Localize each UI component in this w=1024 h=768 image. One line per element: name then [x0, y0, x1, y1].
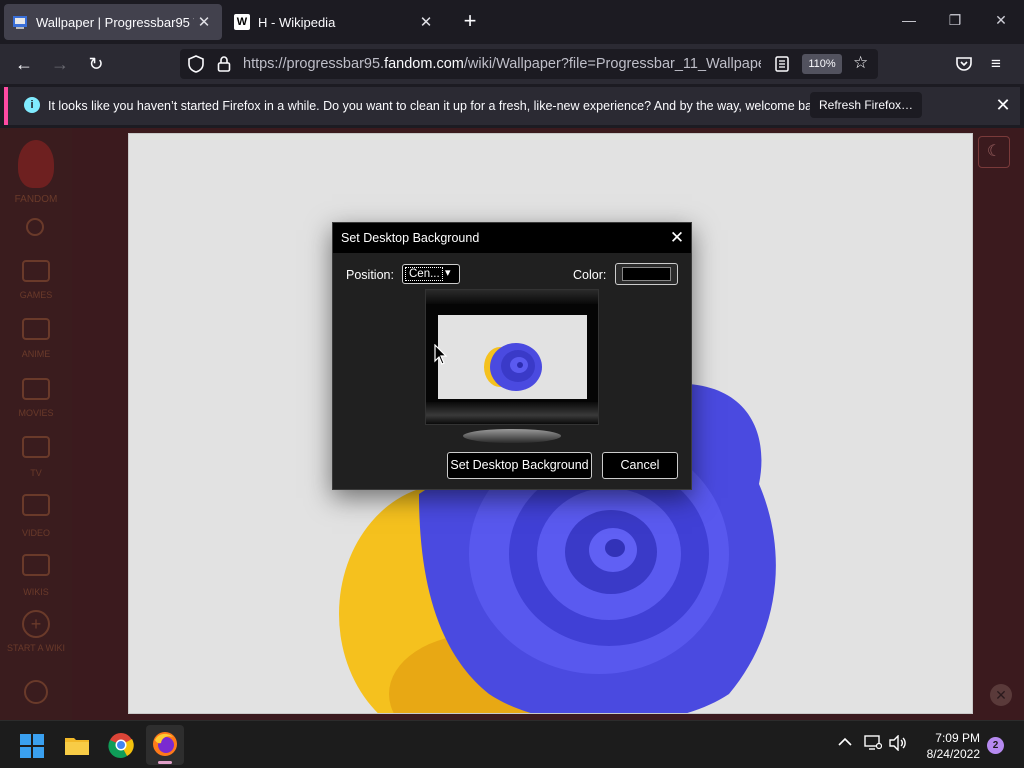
- reload-icon[interactable]: ↻: [84, 52, 108, 76]
- refresh-firefox-button[interactable]: Refresh Firefox…: [810, 92, 922, 118]
- games-icon[interactable]: [22, 260, 50, 282]
- position-select-value: Cen...: [405, 267, 443, 281]
- volume-icon[interactable]: [889, 734, 907, 755]
- chevron-up-icon[interactable]: [838, 735, 852, 752]
- navigation-toolbar: ← → ↻ https://progressbar95.fandom.com/w…: [0, 44, 1024, 84]
- notification-message: It looks like you haven’t started Firefo…: [48, 99, 829, 113]
- color-swatch: [622, 267, 671, 281]
- sidebar-item-wikis[interactable]: WIKIS: [4, 587, 68, 597]
- sidebar-item-games[interactable]: GAMES: [4, 290, 68, 300]
- sidebar-item-movies[interactable]: MOVIES: [4, 408, 68, 418]
- zoom-level-badge[interactable]: 110%: [802, 54, 842, 74]
- forward-arrow-icon[interactable]: →: [48, 52, 72, 76]
- dialog-close-icon[interactable]: ✕: [667, 228, 687, 248]
- taskbar: 7:09 PM 8/24/2022 2: [0, 720, 1024, 768]
- pocket-icon[interactable]: [955, 55, 973, 78]
- fandom-sidebar: FANDOM GAMES ANIME MOVIES TV VIDEO WIKIS…: [0, 128, 72, 720]
- preview-wallpaper-image: [484, 343, 542, 391]
- hamburger-menu-icon[interactable]: ≡: [991, 55, 1001, 73]
- position-select[interactable]: Cen... ▾: [402, 264, 460, 284]
- url-suffix: /wiki/Wallpaper?file=Progressbar_11_Wall…: [463, 56, 761, 72]
- fandom-logo-icon[interactable]: [18, 140, 54, 188]
- new-tab-plus-icon[interactable]: +: [458, 10, 482, 34]
- bookmark-star-icon[interactable]: ☆: [853, 53, 868, 73]
- shield-icon[interactable]: [188, 55, 204, 78]
- set-desktop-background-button[interactable]: Set Desktop Background: [447, 452, 592, 479]
- firefox-icon[interactable]: [152, 731, 180, 759]
- sidebar-item-tv[interactable]: TV: [4, 468, 68, 478]
- fandom-logo-label: FANDOM: [14, 194, 58, 205]
- notification-bar: i It looks like you haven’t started Fire…: [4, 87, 1020, 125]
- close-tab-icon[interactable]: ✕: [416, 13, 436, 31]
- dialog-title: Set Desktop Background: [341, 231, 480, 245]
- color-picker-button[interactable]: [615, 263, 678, 285]
- anime-icon[interactable]: [22, 318, 50, 340]
- set-desktop-background-dialog: Set Desktop Background ✕ Position: Cen..…: [332, 222, 692, 490]
- chevron-down-icon: ▾: [445, 267, 451, 279]
- tab-title: Wallpaper | Progressbar95 Wiki: [36, 14, 194, 30]
- url-bar[interactable]: https://progressbar95.fandom.com/wiki/Wa…: [180, 49, 878, 79]
- monitor-preview: [425, 289, 599, 425]
- restore-icon[interactable]: ❐: [943, 12, 967, 32]
- taskbar-active-indicator: [158, 761, 172, 764]
- search-icon[interactable]: [26, 218, 44, 236]
- tab-wallpaper[interactable]: Wallpaper | Progressbar95 Wiki ✕: [4, 4, 222, 40]
- reader-view-icon[interactable]: [775, 56, 789, 77]
- mouse-cursor-icon: [434, 344, 448, 365]
- windows-start-icon[interactable]: [20, 734, 48, 762]
- wikipedia-favicon-icon: W: [234, 14, 250, 30]
- clock-time: 7:09 PM: [935, 731, 980, 745]
- side-close-icon[interactable]: ✕: [990, 684, 1012, 706]
- back-arrow-icon[interactable]: ←: [12, 52, 36, 76]
- start-wiki-plus-icon[interactable]: +: [22, 610, 50, 638]
- color-label: Color:: [573, 268, 607, 282]
- file-explorer-icon[interactable]: [64, 733, 92, 761]
- tv-icon[interactable]: [22, 436, 50, 458]
- network-icon[interactable]: [864, 735, 883, 755]
- minimize-icon[interactable]: —: [897, 12, 921, 32]
- movies-icon[interactable]: [22, 378, 50, 400]
- info-icon: i: [24, 97, 40, 113]
- tab-strip: Wallpaper | Progressbar95 Wiki ✕ W H - W…: [0, 0, 1024, 44]
- monitor-bezel-bottom: [426, 402, 598, 424]
- clock-date: 8/24/2022: [926, 747, 980, 761]
- sidebar-item-start-wiki[interactable]: START A WIKI: [4, 643, 68, 653]
- video-icon[interactable]: [22, 494, 50, 516]
- tab-wikipedia[interactable]: W H - Wikipedia ✕: [226, 4, 444, 40]
- sidebar-item-anime[interactable]: ANIME: [4, 349, 68, 359]
- url-domain: fandom.com: [384, 56, 464, 72]
- cancel-button[interactable]: Cancel: [602, 452, 678, 479]
- dialog-titlebar: Set Desktop Background ✕: [333, 223, 691, 253]
- system-clock[interactable]: 7:09 PM 8/24/2022: [912, 730, 980, 762]
- tab-title: H - Wikipedia: [258, 14, 336, 30]
- user-avatar-icon[interactable]: [24, 680, 48, 704]
- close-window-icon[interactable]: ✕: [989, 12, 1013, 32]
- position-label: Position:: [346, 268, 394, 282]
- fandom-favicon-icon: [12, 14, 28, 30]
- lock-icon[interactable]: [217, 55, 231, 78]
- preview-screen: [438, 315, 587, 399]
- chrome-icon[interactable]: [108, 732, 136, 760]
- url-text[interactable]: https://progressbar95.fandom.com/wiki/Wa…: [243, 56, 761, 72]
- url-prefix: https://progressbar95.: [243, 56, 385, 72]
- notification-count-badge[interactable]: 2: [987, 737, 1004, 754]
- dark-mode-moon-icon[interactable]: ☾: [978, 136, 1010, 168]
- monitor-bezel-top: [426, 290, 598, 304]
- close-notification-icon[interactable]: ✕: [992, 94, 1014, 116]
- sidebar-item-video[interactable]: VIDEO: [4, 528, 68, 538]
- monitor-stand: [463, 429, 561, 443]
- wikis-icon[interactable]: [22, 554, 50, 576]
- close-tab-icon[interactable]: ✕: [194, 13, 214, 31]
